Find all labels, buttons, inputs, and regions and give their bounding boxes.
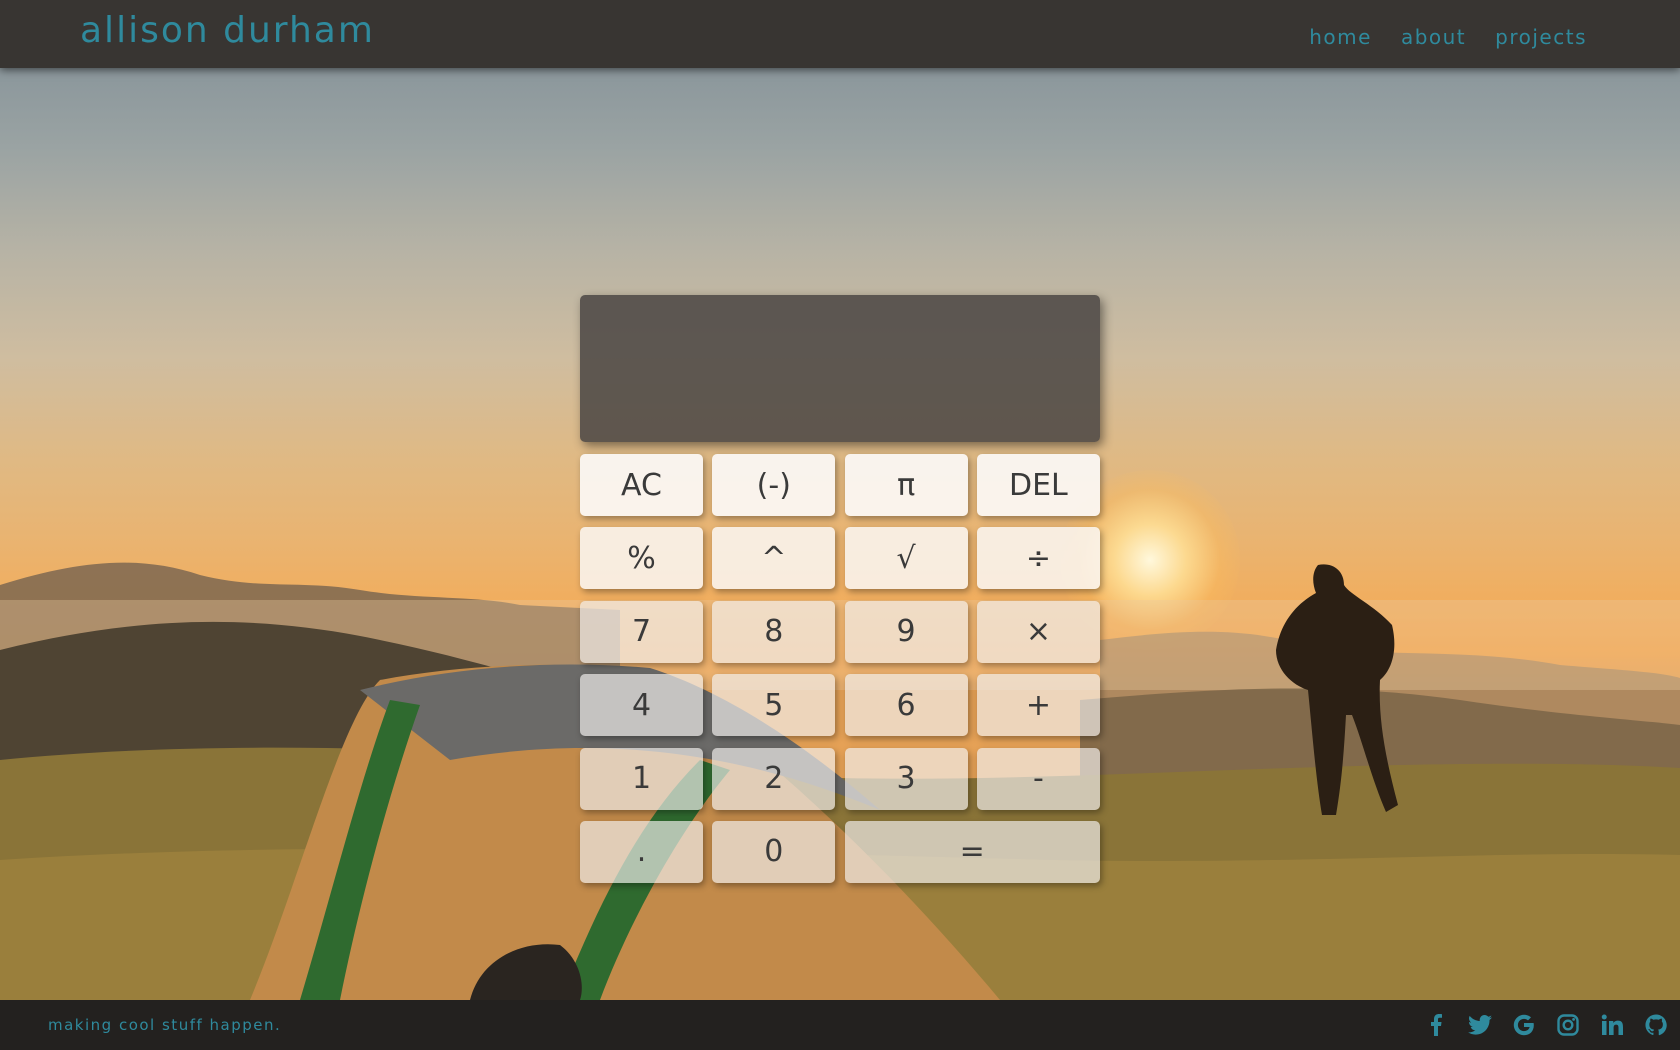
digit-2-button[interactable]: 2 — [712, 747, 836, 810]
plus-button[interactable]: + — [976, 674, 1100, 737]
digit-6-button[interactable]: 6 — [844, 674, 968, 737]
footer-tagline: making cool stuff happen. — [48, 1016, 282, 1034]
percent-button[interactable]: % — [580, 527, 703, 590]
minus-button[interactable]: - — [976, 747, 1100, 810]
main-nav: home about projects — [1309, 25, 1587, 49]
linkedin-icon[interactable] — [1600, 1013, 1624, 1037]
decimal-button[interactable]: . — [580, 820, 703, 883]
pi-button[interactable]: π — [844, 454, 968, 516]
sqrt-button[interactable]: √ — [844, 527, 968, 590]
digit-4-button[interactable]: 4 — [580, 674, 703, 737]
github-icon[interactable] — [1644, 1013, 1668, 1037]
digit-9-button[interactable]: 9 — [844, 600, 968, 663]
nav-link-projects[interactable]: projects — [1495, 25, 1587, 49]
calculator-keypad: AC (-) π DEL % ^ √ ÷ 7 8 9 × 4 5 6 + 1 2… — [580, 454, 1100, 883]
divide-button[interactable]: ÷ — [976, 527, 1100, 590]
brand-name[interactable]: allison durham — [80, 10, 375, 51]
facebook-icon[interactable] — [1424, 1013, 1448, 1037]
nav-link-home[interactable]: home — [1309, 25, 1372, 49]
multiply-button[interactable]: × — [976, 600, 1100, 663]
digit-3-button[interactable]: 3 — [844, 747, 968, 810]
digit-1-button[interactable]: 1 — [580, 747, 703, 810]
digit-8-button[interactable]: 8 — [712, 600, 836, 663]
calculator-display — [580, 295, 1100, 442]
equals-button[interactable]: = — [844, 820, 1100, 883]
nav-link-about[interactable]: about — [1401, 25, 1466, 49]
twitter-icon[interactable] — [1468, 1013, 1492, 1037]
delete-button[interactable]: DEL — [976, 454, 1100, 516]
digit-7-button[interactable]: 7 — [580, 600, 703, 663]
negate-button[interactable]: (-) — [712, 454, 836, 516]
digit-0-button[interactable]: 0 — [712, 820, 836, 883]
clear-button[interactable]: AC — [580, 454, 703, 516]
social-links — [1424, 1013, 1668, 1037]
digit-5-button[interactable]: 5 — [712, 674, 836, 737]
site-footer: making cool stuff happen. — [0, 1000, 1680, 1050]
instagram-icon[interactable] — [1556, 1013, 1580, 1037]
calculator: AC (-) π DEL % ^ √ ÷ 7 8 9 × 4 5 6 + 1 2… — [580, 295, 1100, 883]
google-icon[interactable] — [1512, 1013, 1536, 1037]
power-button[interactable]: ^ — [712, 527, 836, 590]
top-navbar: allison durham home about projects — [0, 0, 1680, 68]
